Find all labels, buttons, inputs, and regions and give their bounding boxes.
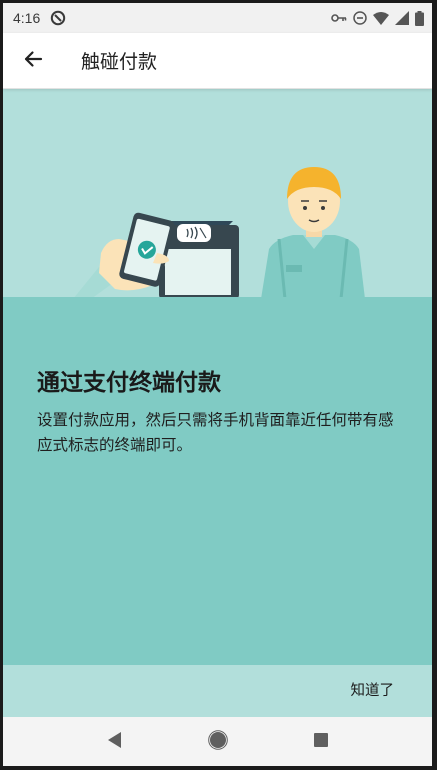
tap-to-pay-illustration	[3, 167, 432, 299]
status-time: 4:16	[13, 10, 41, 26]
nav-home-button[interactable]	[198, 722, 238, 762]
signal-icon	[395, 11, 409, 25]
headline: 通过支付终端付款	[37, 370, 221, 396]
nav-recents-button[interactable]	[301, 722, 341, 762]
nav-back-icon	[106, 731, 124, 753]
wifi-icon	[373, 11, 389, 25]
description-text: 设置付款应用，然后只需将手机背面靠近任何带有感应式标志的终端即可。	[37, 411, 394, 454]
status-icons	[331, 10, 424, 26]
status-bar: 4:16	[3, 3, 432, 33]
nav-back-button[interactable]	[95, 722, 135, 762]
back-button[interactable]	[5, 33, 61, 89]
vpn-key-icon	[331, 12, 347, 24]
page-title: 触碰付款	[81, 51, 158, 73]
sync-icon	[50, 10, 66, 26]
nav-home-icon	[207, 729, 228, 754]
footer-bar: 知道了	[3, 665, 432, 717]
do-not-disturb-icon	[353, 11, 367, 25]
content-panel: 通过支付终端付款 设置付款应用，然后只需将手机背面靠近任何带有感应式标志的终端即…	[3, 297, 432, 665]
cashier-figure	[261, 167, 365, 299]
battery-icon	[415, 10, 424, 26]
nav-recents-icon	[313, 732, 329, 752]
screen: 4:16 触碰付款 通过支付终端付款 设置付款应用，然后只需将手机背面靠近任何带…	[3, 3, 432, 766]
hero-illustration	[3, 89, 432, 299]
arrow-back-icon	[23, 49, 43, 73]
app-bar: 触碰付款	[3, 33, 432, 89]
navigation-bar	[3, 717, 432, 766]
got-it-button[interactable]: 知道了	[351, 679, 395, 700]
